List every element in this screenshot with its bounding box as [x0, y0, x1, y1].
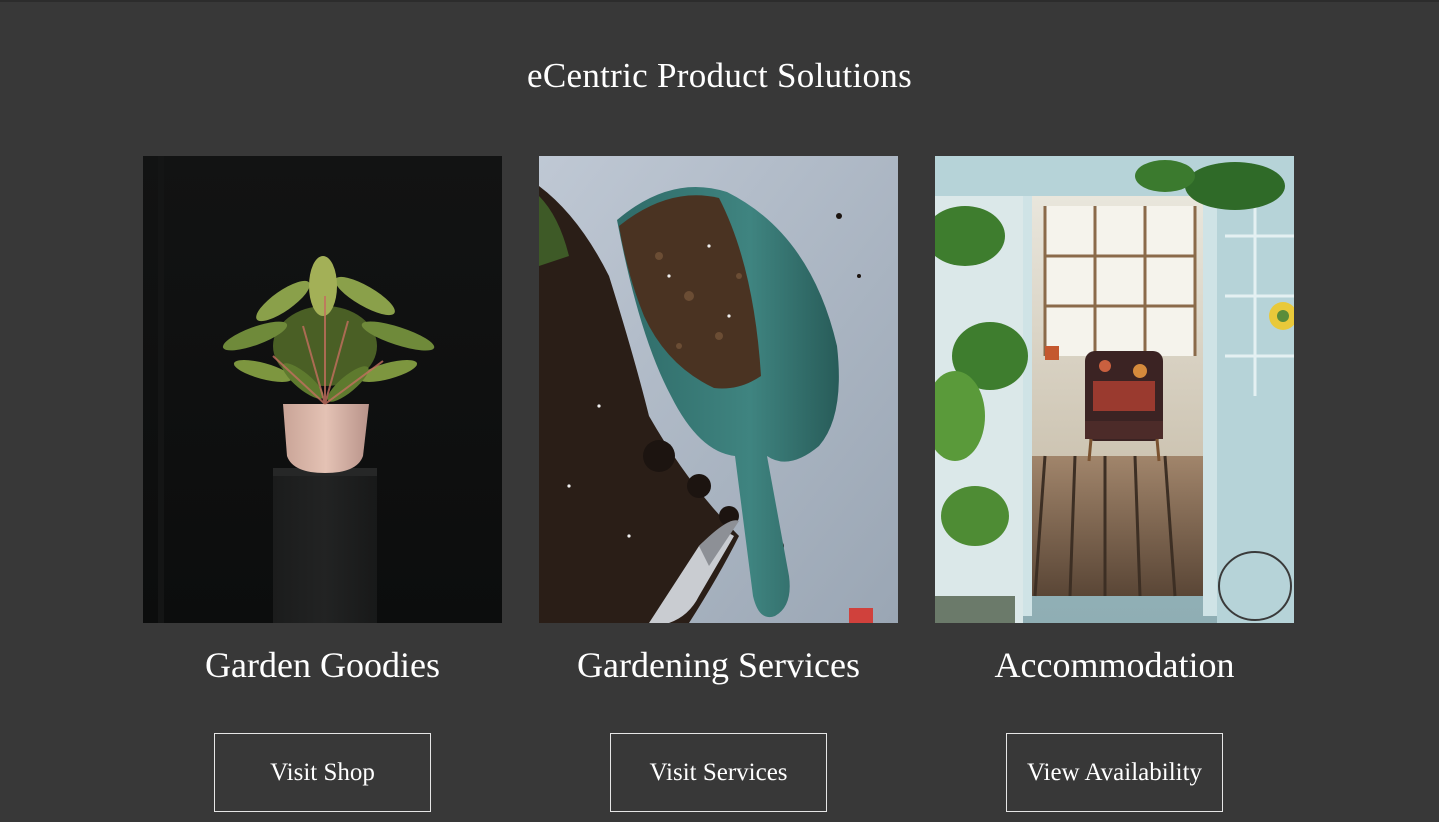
garden-trowel-image[interactable]: [539, 156, 898, 623]
view-availability-button[interactable]: View Availability: [1006, 733, 1223, 812]
card-title: Gardening Services: [577, 645, 860, 685]
card-garden-goodies: Garden Goodies Visit Shop: [143, 156, 502, 812]
visit-shop-button[interactable]: Visit Shop: [214, 733, 431, 812]
top-divider: [0, 0, 1439, 2]
card-title: Accommodation: [994, 645, 1235, 685]
card-accommodation: Accommodation View Availability: [935, 156, 1294, 812]
potted-plant-image[interactable]: [143, 156, 502, 623]
page-title: eCentric Product Solutions: [527, 56, 912, 95]
card-gardening-services: Gardening Services Visit Services: [539, 156, 898, 812]
visit-services-button[interactable]: Visit Services: [610, 733, 827, 812]
card-title: Garden Goodies: [205, 645, 440, 685]
greenhouse-room-image[interactable]: [935, 156, 1294, 623]
